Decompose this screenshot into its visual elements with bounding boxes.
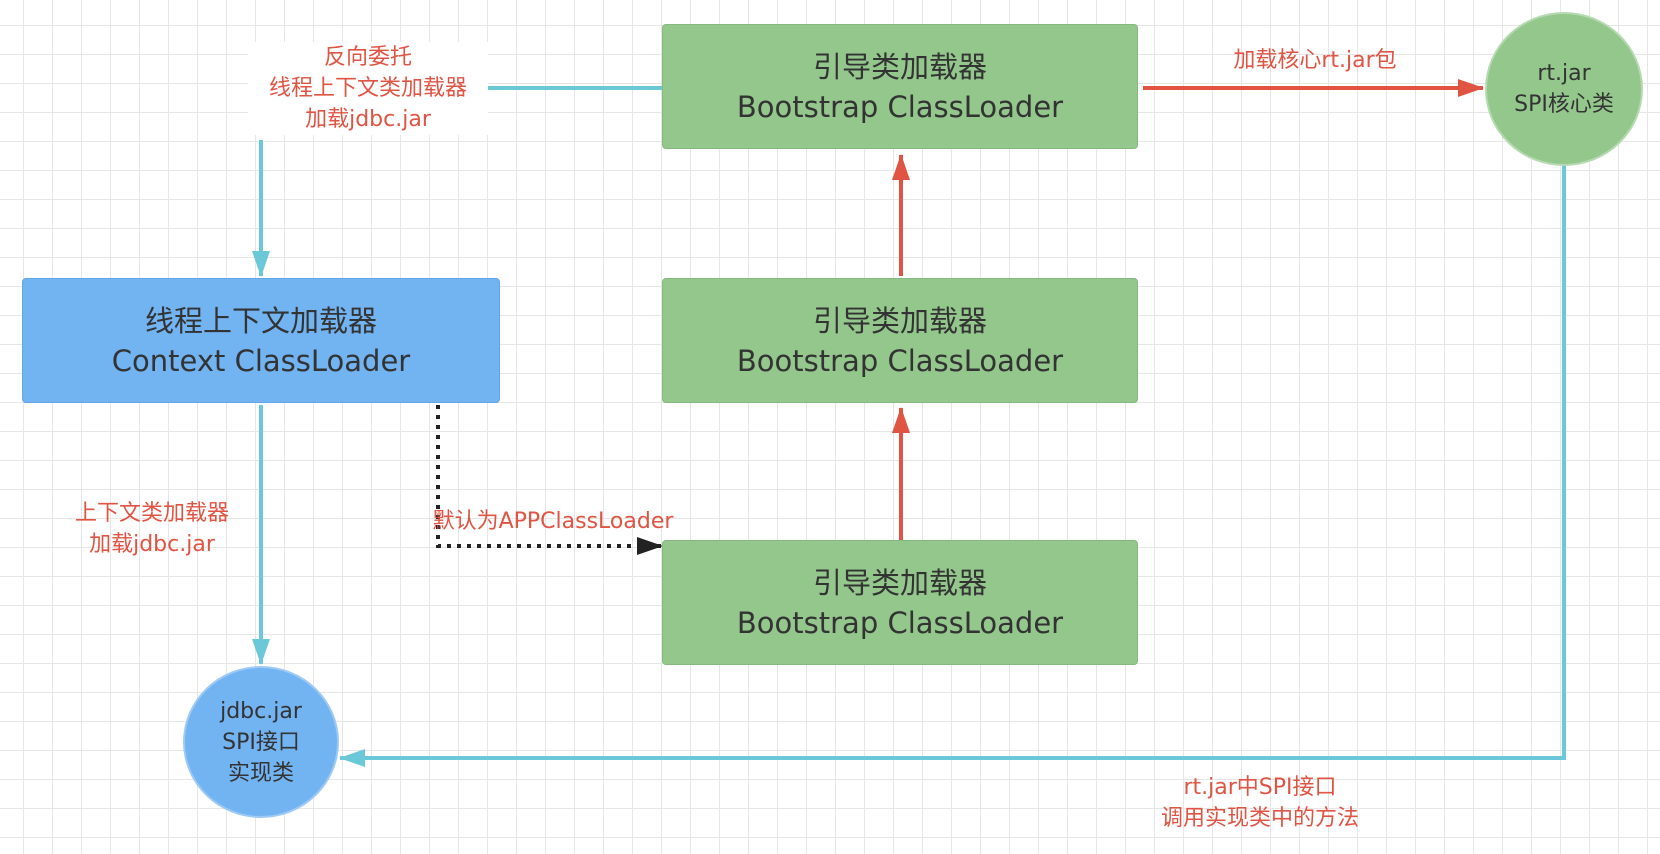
bootstrap-bottom-subtitle: Bootstrap ClassLoader [736, 605, 1064, 640]
bootstrap-bottom-title: 引导类加载器 [812, 565, 987, 600]
reverse-delegation-line1: 反向委托 [323, 45, 412, 70]
context-loader-title: 线程上下文加载器 [144, 303, 377, 338]
bootstrap-mid-subtitle: Bootstrap ClassLoader [736, 343, 1064, 378]
jdbc-jar-line3: 实现类 [227, 760, 294, 786]
rt-jar-title: rt.jar [1537, 61, 1591, 86]
reverse-delegation-label: 反向委托 线程上下文类加载器 加载jdbc.jar [248, 42, 488, 135]
context-load-line1: 上下文类加载器 [74, 501, 229, 526]
spi-call-line2: 调用实现类中的方法 [1160, 806, 1359, 831]
spi-call-label: rt.jar中SPI接口 调用实现类中的方法 [1130, 772, 1390, 834]
reverse-delegation-line2: 线程上下文类加载器 [268, 76, 467, 101]
arrow-rt-to-jdbc [339, 165, 1566, 767]
context-load-line2: 加载jdbc.jar [89, 532, 215, 557]
context-load-label: 上下文类加载器 加载jdbc.jar [52, 498, 252, 560]
bootstrap-top-subtitle: Bootstrap ClassLoader [736, 89, 1064, 124]
bootstrap-loader-mid[interactable]: 引导类加载器 Bootstrap ClassLoader [662, 278, 1138, 403]
bootstrap-top-title: 引导类加载器 [812, 49, 987, 84]
context-loader-subtitle: Context ClassLoader [111, 343, 411, 378]
default-app-label: 默认为APPClassLoader [432, 509, 674, 534]
reverse-delegation-line3: 加载jdbc.jar [305, 107, 431, 132]
context-classloader[interactable]: 线程上下文加载器 Context ClassLoader [22, 278, 500, 403]
spi-call-line1: rt.jar中SPI接口 [1183, 775, 1337, 800]
load-core-label: 加载核心rt.jar包 [1233, 48, 1397, 73]
rt-jar-subtitle: SPI核心类 [1514, 92, 1614, 117]
jdbc-jar-node[interactable]: jdbc.jar SPI接口 实现类 [183, 666, 339, 818]
bootstrap-loader-top[interactable]: 引导类加载器 Bootstrap ClassLoader [662, 24, 1138, 149]
bootstrap-loader-bottom[interactable]: 引导类加载器 Bootstrap ClassLoader [662, 540, 1138, 665]
jdbc-jar-line2: SPI接口 [222, 729, 300, 755]
jdbc-jar-title: jdbc.jar [220, 698, 302, 724]
rt-jar-node[interactable]: rt.jar SPI核心类 [1485, 12, 1643, 166]
bootstrap-mid-title: 引导类加载器 [812, 303, 987, 338]
